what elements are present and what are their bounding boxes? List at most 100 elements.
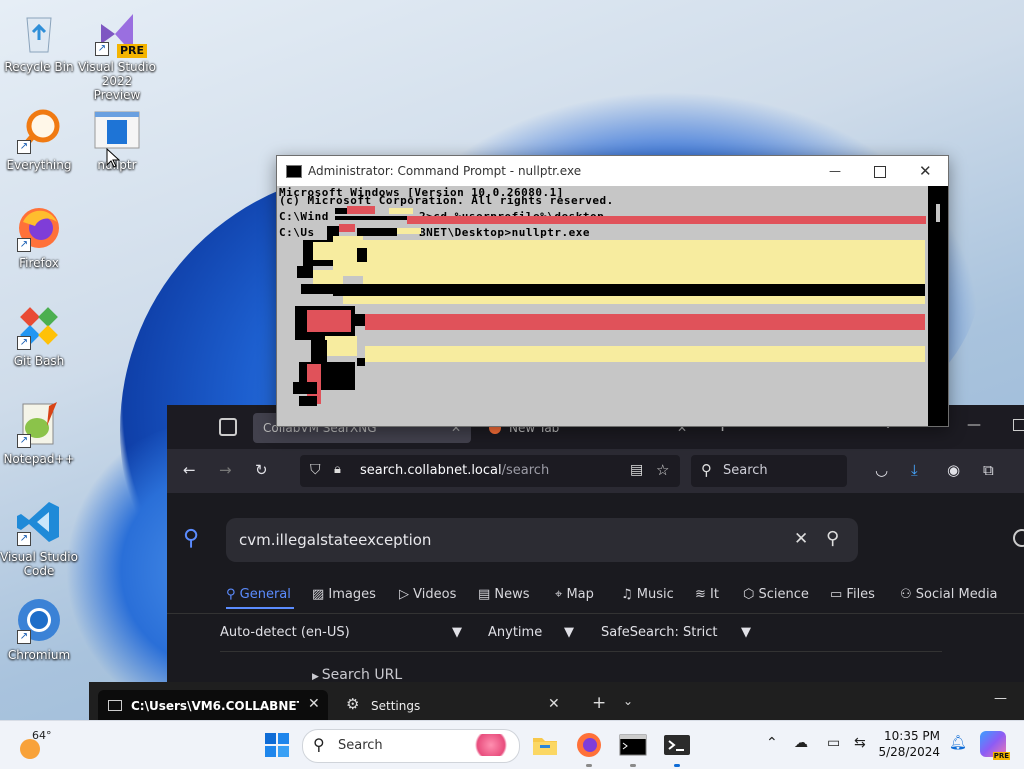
language-select[interactable]: Auto-detect (en-US) ▼ (220, 625, 462, 640)
close-icon[interactable]: ✕ (548, 696, 560, 712)
shortcut-arrow-icon: ↗ (17, 140, 31, 154)
category-science[interactable]: ⬡ Science (743, 587, 809, 602)
pixel-block (339, 224, 355, 232)
extensions-icon[interactable]: ⧉ (983, 461, 994, 479)
category-videos[interactable]: ▷ Videos (399, 587, 456, 602)
desktop-icon-vscode[interactable]: ↗ Visual Studio Code (0, 498, 78, 578)
taskbar-command-prompt[interactable] (619, 731, 647, 767)
close-icon[interactable]: ✕ (919, 156, 932, 186)
taskbar: 64° ⚲ Search ⌃ ☁ ▭ ⇆ 10:35 PM 5/28/2024 … (0, 720, 1024, 769)
reader-view-icon[interactable]: ▤ (630, 462, 643, 478)
minimize-icon[interactable]: — (994, 691, 1007, 706)
cmd-title: Administrator: Command Prompt - nullptr.… (308, 164, 582, 178)
desktop-icon-label: Notepad++ (3, 452, 75, 466)
onedrive-icon[interactable]: ☁ (794, 735, 808, 751)
bookmark-star-icon[interactable]: ☆ (656, 461, 669, 479)
show-hidden-icons-chevron-icon[interactable]: ⌃ (766, 735, 778, 751)
search-query-input[interactable]: cvm.illegalstateexception ✕ ⚲ (226, 518, 858, 562)
pixel-art-graphic (277, 186, 928, 426)
taskbar-search[interactable]: ⚲ Search (302, 729, 520, 763)
desktop-icon-git-bash[interactable]: ↗ Git Bash (0, 302, 78, 368)
desktop-icon-firefox[interactable]: ↗ Firefox (0, 204, 78, 270)
layers-icon: ≋ (695, 587, 711, 602)
desktop-icon-label: Firefox (19, 256, 59, 270)
info-icon[interactable] (1013, 529, 1024, 547)
new-terminal-tab-plus-icon[interactable]: + (592, 693, 606, 713)
category-general[interactable]: ⚲ General (226, 587, 291, 602)
terminal-tab-label: C:\Users\VM6.COLLABNET\De (131, 699, 299, 713)
clear-query-icon[interactable]: ✕ (794, 529, 808, 549)
music-icon: ♫ (621, 587, 637, 602)
maximize-icon[interactable] (874, 166, 886, 178)
reload-icon[interactable]: ↻ (255, 461, 268, 479)
clock[interactable]: 10:35 PM 5/28/2024 (878, 728, 940, 760)
triangle-right-icon: ▶ (312, 672, 322, 682)
taskbar-search-label: Search (338, 738, 383, 753)
taskbar-firefox[interactable] (575, 731, 603, 767)
terminal-tab-cmd[interactable]: C:\Users\VM6.COLLABNET\De ✕ (98, 690, 328, 720)
mouse-cursor-icon (106, 148, 120, 168)
category-news[interactable]: ▤ News (478, 587, 530, 602)
back-arrow-icon[interactable]: ← (183, 461, 196, 479)
category-map[interactable]: ⌖ Map (555, 587, 594, 602)
searxng-page: ⚲ cvm.illegalstateexception ✕ ⚲ ⚲ Genera… (167, 493, 1024, 695)
desktop-icon-recycle-bin[interactable]: Recycle Bin (0, 8, 78, 74)
maximize-icon[interactable] (1013, 419, 1024, 431)
account-icon[interactable]: ◉ (947, 461, 960, 479)
category-files[interactable]: ▭ Files (830, 587, 875, 602)
notification-bell-icon[interactable]: 🔔︎ (949, 735, 967, 751)
news-icon: ▤ (478, 587, 495, 602)
time-range-select[interactable]: Anytime ▼ (488, 625, 574, 640)
cmd-console[interactable]: Microsoft Windows [Version 10.0.26080.1]… (277, 186, 928, 426)
taskbar-terminal[interactable] (663, 731, 691, 767)
terminal-tab-label: Settings (371, 699, 421, 713)
pixel-block (347, 206, 375, 214)
start-button[interactable] (263, 731, 291, 759)
download-icon[interactable]: ⤓ (911, 461, 918, 479)
search-highlight-decoration-icon (471, 734, 511, 756)
cmd-title-bar[interactable]: Administrator: Command Prompt - nullptr.… (277, 156, 948, 186)
desktop-icon-notepadpp[interactable]: ↗ Notepad++ (0, 400, 78, 466)
pixel-block (313, 270, 343, 284)
copilot-button[interactable]: PRE (980, 731, 1010, 760)
web-search-box[interactable]: ⚲ Search (691, 455, 847, 487)
terminal-dropdown-chevron-icon[interactable]: ⌄ (623, 694, 633, 708)
desktop-icon-chromium[interactable]: ↗ Chromium (0, 596, 78, 662)
minimize-icon[interactable]: — (967, 417, 981, 433)
desktop-icon-label: Chromium (7, 648, 71, 662)
map-pin-icon: ⌖ (555, 587, 567, 602)
pocket-icon[interactable]: ◡ (875, 461, 888, 479)
cmd-scrollbar-thumb[interactable] (936, 204, 940, 222)
filters-divider (220, 651, 942, 652)
shortcut-arrow-icon: ↗ (17, 630, 31, 644)
forward-arrow-icon[interactable]: → (219, 461, 232, 479)
pixel-block (335, 216, 407, 220)
browser-window: CollabVM SearXNG ✕ New Tab ✕ + ⌄ — ← → ↻… (167, 405, 1024, 695)
weather-widget[interactable]: 64° (16, 729, 56, 763)
tab-overview-icon[interactable] (219, 418, 237, 436)
pixel-block (407, 216, 926, 224)
category-label: Files (846, 587, 875, 602)
submit-search-icon[interactable]: ⚲ (826, 528, 839, 549)
executable-icon (93, 106, 141, 154)
gear-icon: ⚙ (346, 695, 360, 713)
category-general-underline (226, 607, 294, 609)
safesearch-select[interactable]: SafeSearch: Strict ▼ (601, 625, 751, 640)
category-social-media[interactable]: ⚇ Social Media (900, 587, 998, 602)
terminal-tab-settings[interactable]: ⚙ Settings ✕ (336, 690, 566, 720)
display-icon[interactable]: ▭ (827, 735, 840, 751)
url-bar[interactable]: ⛉ 🔒︎ search.collabnet.local/search ▤ ☆ (300, 455, 680, 487)
category-it[interactable]: ≋ It (695, 587, 719, 602)
desktop-icon-visual-studio-preview[interactable]: PRE ↗ Visual Studio 2022 Preview (78, 8, 156, 102)
cmd-scrollbar[interactable] (928, 186, 948, 426)
desktop-icon-everything[interactable]: ↗ Everything (0, 106, 78, 172)
search-url-toggle[interactable]: ▶ Search URL (312, 667, 402, 683)
taskbar-file-explorer[interactable] (531, 731, 559, 759)
language-toggle-icon[interactable]: ⇆ (854, 735, 866, 751)
terminal-window: C:\Users\VM6.COLLABNET\De ✕ ⚙ Settings ✕… (89, 682, 1024, 720)
minimize-icon[interactable]: — (829, 156, 841, 186)
search-icon: ⚲ (701, 461, 712, 479)
category-images[interactable]: ▨ Images (312, 587, 376, 602)
category-music[interactable]: ♫ Music (621, 587, 674, 602)
close-icon[interactable]: ✕ (308, 696, 320, 712)
